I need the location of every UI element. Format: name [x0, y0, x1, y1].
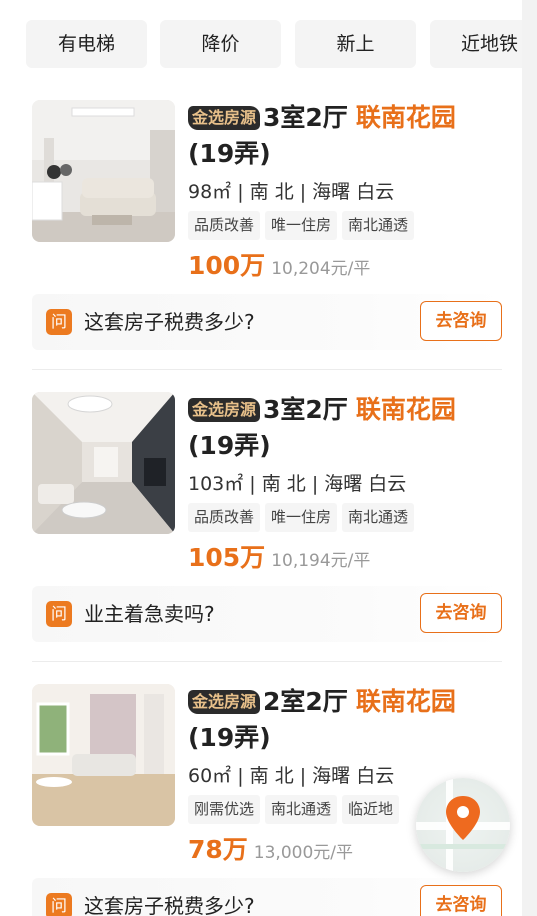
listing-layout: 3室2厅: [263, 395, 348, 424]
consult-button[interactable]: 去咨询: [420, 885, 502, 916]
listing-lane: (19弄): [188, 139, 271, 168]
filter-chip-elevator[interactable]: 有电梯: [26, 20, 147, 68]
listing-price: 105万: [188, 543, 266, 572]
listing-info: 金选房源 3室2厅 联南花园 (19弄) 98㎡ | 南 北 | 海曙 白云 品质改…: [188, 100, 518, 282]
listing-price: 78万: [188, 835, 248, 864]
listing-tag: 唯一住房: [265, 211, 338, 240]
map-button[interactable]: [416, 778, 510, 872]
listing-photo[interactable]: [32, 100, 175, 242]
scroll-edge: [522, 0, 537, 916]
listing-photo[interactable]: [32, 684, 175, 826]
listing-tag: 品质改善: [188, 503, 261, 532]
listing-tags: 品质改善 唯一住房 南北通透: [188, 503, 448, 533]
listing-layout: 3室2厅: [263, 103, 348, 132]
filter-chip-new[interactable]: 新上: [295, 20, 416, 68]
filter-bar: 有电梯 降价 新上 近地铁: [26, 20, 522, 68]
listing-page: 有电梯 降价 新上 近地铁 金选房源 3室2厅 联南花园 (19弄) 98㎡ |…: [0, 0, 522, 916]
divider: [32, 661, 502, 662]
divider: [32, 369, 502, 370]
qa-question: 这套房子税费多少?: [84, 310, 255, 334]
listing-title: 金选房源 3室2厅 联南花园: [188, 392, 518, 428]
qa-question: 这套房子税费多少?: [84, 894, 255, 916]
listing-spec: 103㎡ | 南 北 | 海曙 白云: [188, 473, 407, 495]
filter-chip-price-drop[interactable]: 降价: [160, 20, 281, 68]
listing-community: 联南花园: [355, 395, 456, 424]
listing-tag: 南北通透: [265, 795, 338, 824]
listing-tags: 刚需优选 南北通透 临近地: [188, 795, 448, 825]
listing-price: 100万: [188, 251, 266, 280]
gold-badge: 金选房源: [188, 690, 261, 714]
listing-unit-price: 13,000元/平: [253, 843, 354, 863]
listing-tag: 刚需优选: [188, 795, 261, 824]
gold-badge: 金选房源: [188, 398, 261, 422]
question-icon: 问: [46, 309, 72, 335]
listing-info: 金选房源 3室2厅 联南花园 (19弄) 103㎡ | 南 北 | 海曙 白云 品质…: [188, 392, 518, 574]
consult-button[interactable]: 去咨询: [420, 593, 502, 633]
listing-tag: 唯一住房: [265, 503, 338, 532]
listing-title: 金选房源 3室2厅 联南花园: [188, 100, 518, 136]
qa-prompt[interactable]: 问 这套房子税费多少? 去咨询: [32, 878, 502, 916]
qa-prompt[interactable]: 问 这套房子税费多少? 去咨询: [32, 294, 502, 350]
listing-layout: 2室2厅: [263, 687, 348, 716]
price-row: 105万 10,194元/平: [188, 538, 518, 574]
listing-lane: (19弄): [188, 431, 271, 460]
listing-tag: 南北通透: [342, 503, 415, 532]
listing-tags: 品质改善 唯一住房 南北通透: [188, 211, 448, 241]
listing-unit-price: 10,204元/平: [271, 259, 371, 279]
qa-prompt[interactable]: 问 业主着急卖吗? 去咨询: [32, 586, 502, 642]
listing-tag: 品质改善: [188, 211, 261, 240]
qa-question: 业主着急卖吗?: [84, 602, 215, 626]
question-icon: 问: [46, 893, 72, 916]
question-icon: 问: [46, 601, 72, 627]
filter-chip-near-metro[interactable]: 近地铁: [430, 20, 522, 68]
listing-title: 金选房源 2室2厅 联南花园: [188, 684, 518, 720]
listing-tag: 南北通透: [342, 211, 415, 240]
consult-button[interactable]: 去咨询: [420, 301, 502, 341]
listing-unit-price: 10,194元/平: [271, 551, 371, 571]
listing-spec: 98㎡ | 南 北 | 海曙 白云: [188, 181, 395, 203]
listing-photo[interactable]: [32, 392, 175, 534]
listing-community: 联南花园: [355, 103, 456, 132]
map-pin-icon: [416, 778, 510, 872]
listing-lane: (19弄): [188, 723, 271, 752]
listing-tag: 临近地: [342, 795, 400, 824]
gold-badge: 金选房源: [188, 106, 261, 130]
price-row: 100万 10,204元/平: [188, 246, 518, 282]
listing-community: 联南花园: [355, 687, 456, 716]
